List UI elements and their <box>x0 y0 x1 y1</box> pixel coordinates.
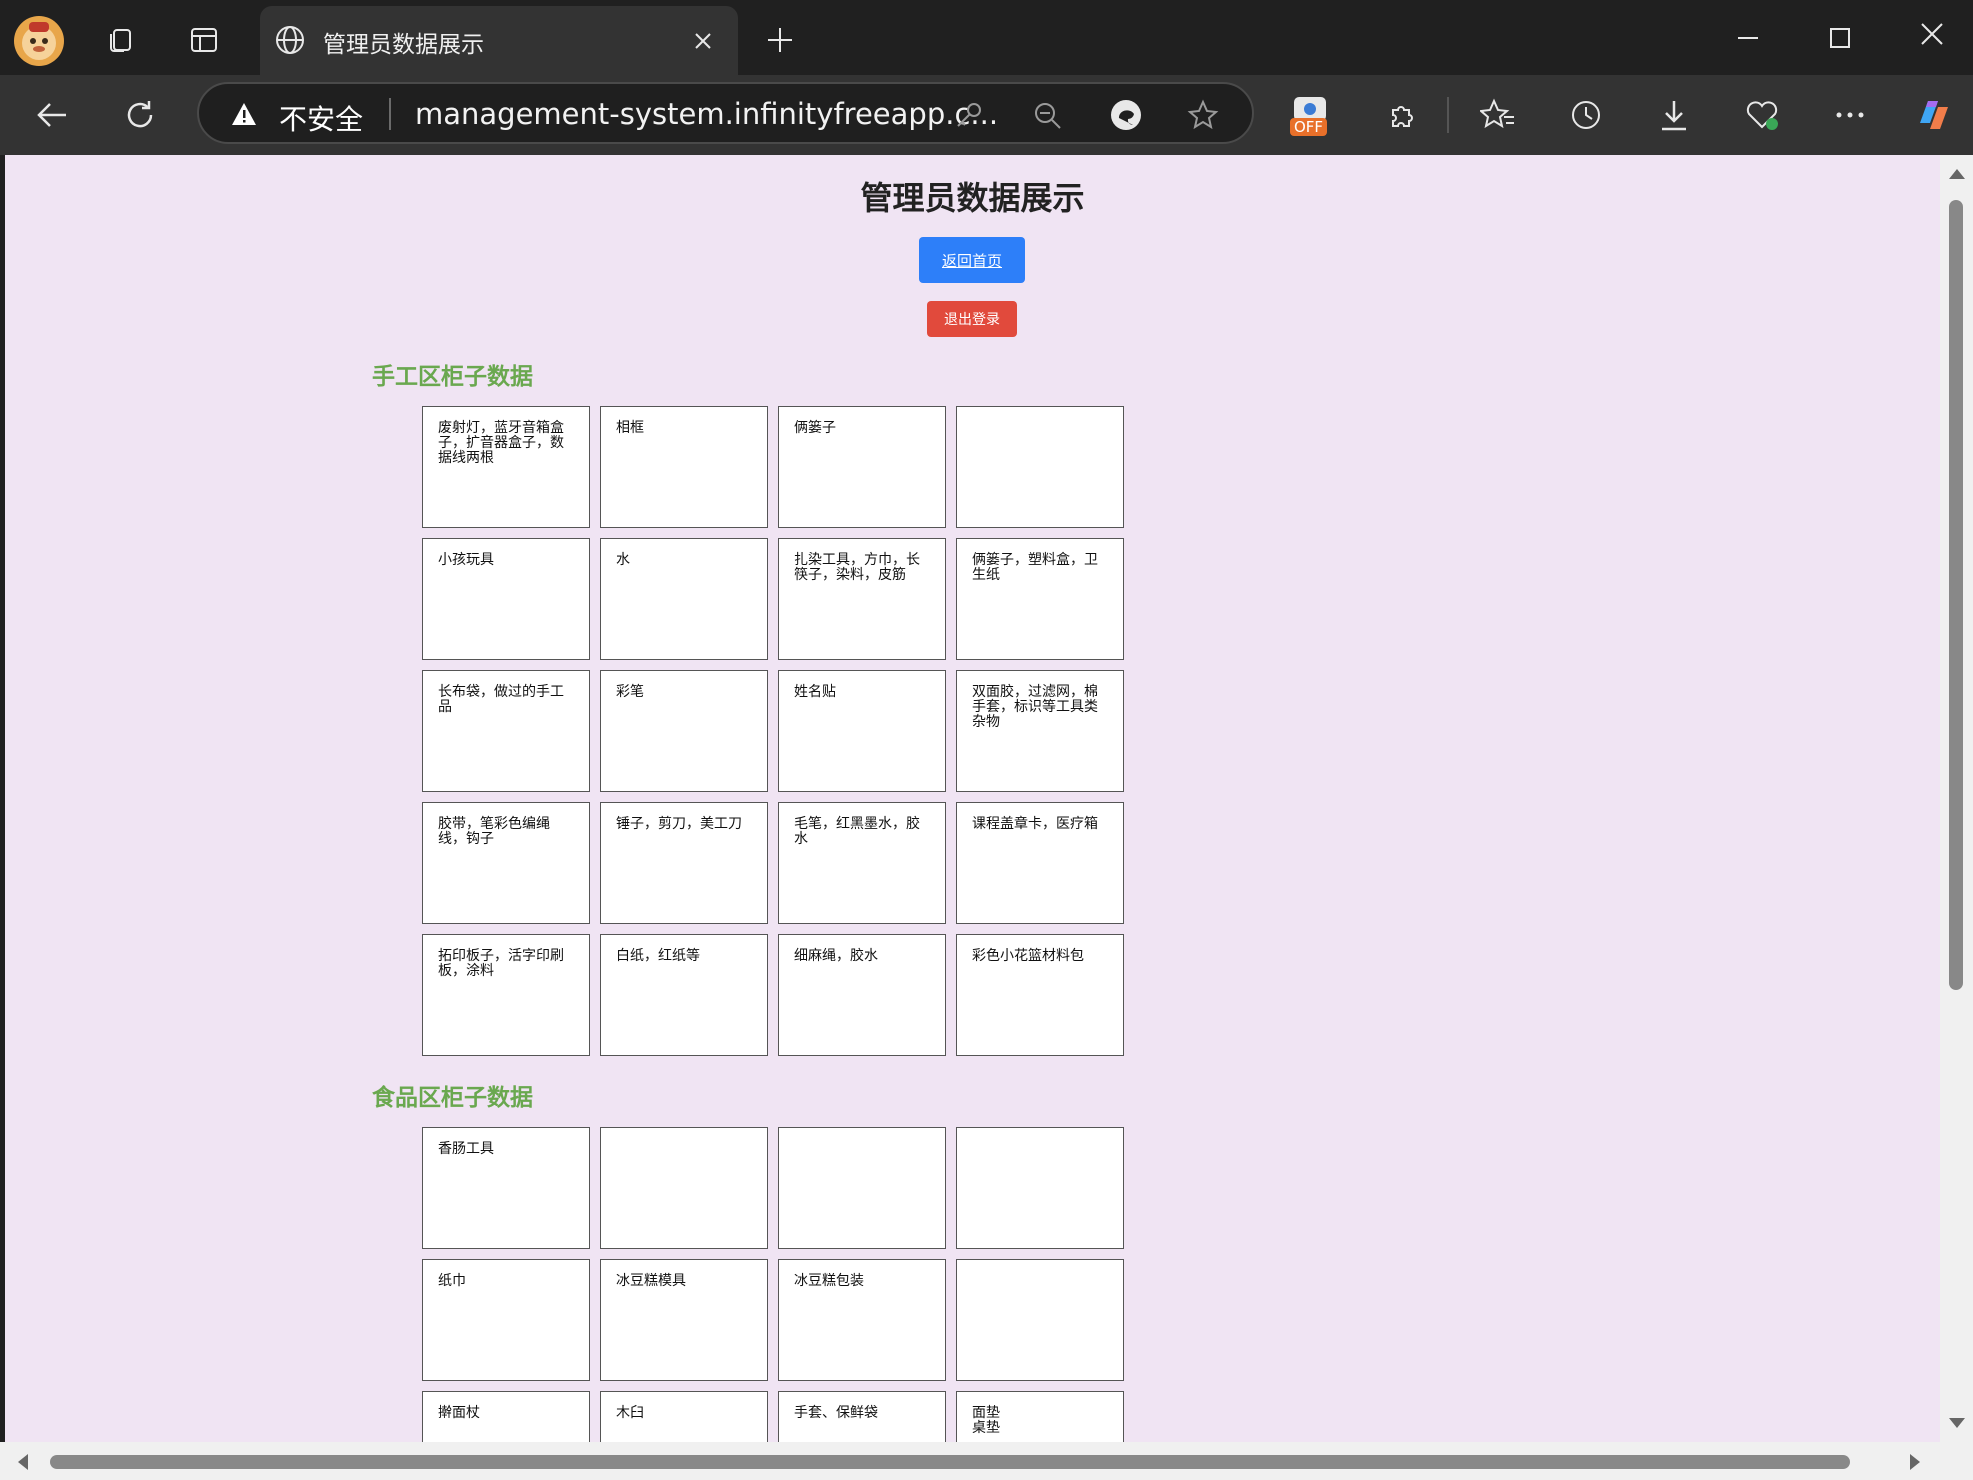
cabinet-cell[interactable]: 相框 <box>600 406 768 528</box>
cabinet-cell[interactable]: 拓印板子，活字印刷板，涂料 <box>422 934 590 1056</box>
cabinet-cell[interactable]: 姓名贴 <box>778 670 946 792</box>
extensions-puzzle-icon[interactable] <box>1380 95 1424 139</box>
zoom-out-icon[interactable] <box>1029 97 1065 133</box>
cabinet-cell[interactable]: 俩篓子 <box>778 406 946 528</box>
url-text[interactable]: management-system.infinityfreeapp.c... <box>415 97 998 131</box>
cabinet-cell[interactable]: 手套、保鲜袋 <box>778 1391 946 1442</box>
vertical-scrollbar[interactable] <box>1940 155 1973 1442</box>
cabinet-cell[interactable]: 冰豆糕包装 <box>778 1259 946 1381</box>
copilot-icon[interactable] <box>1910 91 1958 139</box>
edge-icon[interactable] <box>1107 96 1145 134</box>
page-title: 管理员数据展示 <box>860 179 1085 217</box>
cabinet-cell[interactable]: 废射灯，蓝牙音箱盒子，扩音器盒子，数据线两根 <box>422 406 590 528</box>
scroll-left-icon[interactable] <box>18 1454 28 1470</box>
tab-bar: 管理员数据展示 <box>0 0 1973 75</box>
cabinet-cell[interactable]: 细麻绳，胶水 <box>778 934 946 1056</box>
browser-essentials-icon[interactable] <box>1740 93 1784 137</box>
download-icon[interactable] <box>1652 93 1696 137</box>
cabinet-cell[interactable]: 俩篓子，塑料盒，卫生纸 <box>956 538 1124 660</box>
cabinet-cell[interactable]: 锤子，剪刀，美工刀 <box>600 802 768 924</box>
cabinet-cell[interactable]: 面垫 桌垫 <box>956 1391 1124 1442</box>
maximize-icon[interactable] <box>1820 18 1860 58</box>
toolbar-separator <box>1447 97 1449 133</box>
cabinet-cell[interactable]: 小孩玩具 <box>422 538 590 660</box>
history-icon[interactable] <box>1564 93 1608 137</box>
cabinet-cell[interactable]: 香肠工具 <box>422 1127 590 1249</box>
cabinet-cell[interactable] <box>600 1127 768 1249</box>
cabinet-cell[interactable] <box>956 406 1124 528</box>
scroll-up-icon[interactable] <box>1949 169 1965 179</box>
extension-off-icon[interactable]: OFF <box>1288 97 1336 141</box>
horizontal-scrollbar[interactable] <box>0 1442 1973 1480</box>
cabinet-cell[interactable]: 胶带，笔彩色编绳线，钩子 <box>422 802 590 924</box>
active-tab[interactable]: 管理员数据展示 <box>260 6 738 75</box>
cabinet-cell[interactable]: 彩色小花篮材料包 <box>956 934 1124 1056</box>
back-icon[interactable] <box>30 93 74 137</box>
scroll-right-icon[interactable] <box>1910 1454 1920 1470</box>
close-window-icon[interactable] <box>1912 14 1952 54</box>
cabinet-cell[interactable]: 木臼 <box>600 1391 768 1442</box>
section-title-craft: 手工区柜子数据 <box>372 364 533 390</box>
favorites-icon[interactable] <box>1476 93 1520 137</box>
cabinet-cell[interactable]: 课程盖章卡，医疗箱 <box>956 802 1124 924</box>
logout-button[interactable]: 退出登录 <box>927 301 1017 337</box>
address-divider <box>389 98 391 130</box>
horizontal-scroll-thumb[interactable] <box>50 1455 1850 1469</box>
new-tab-icon[interactable] <box>760 20 800 60</box>
extension-badge: OFF <box>1290 118 1328 136</box>
key-icon[interactable] <box>951 97 987 133</box>
close-tab-icon[interactable] <box>688 26 718 56</box>
cabinet-cell[interactable]: 白纸，红纸等 <box>600 934 768 1056</box>
cabinet-cell[interactable] <box>956 1259 1124 1381</box>
cabinet-cell[interactable]: 长布袋，做过的手工品 <box>422 670 590 792</box>
page-viewport: 管理员数据展示 返回首页 退出登录 手工区柜子数据 废射灯，蓝牙音箱盒子，扩音器… <box>5 155 1940 1442</box>
security-status-label[interactable]: 不安全 <box>279 98 363 138</box>
browser-toolbar: 不安全 management-system.infinityfreeapp.c.… <box>0 75 1973 155</box>
cabinet-cell[interactable]: 彩笔 <box>600 670 768 792</box>
address-bar[interactable]: 不安全 management-system.infinityfreeapp.c.… <box>197 82 1254 144</box>
cabinet-cell[interactable]: 擀面杖 <box>422 1391 590 1442</box>
vertical-tabs-icon[interactable] <box>184 20 224 60</box>
craft-cabinet-grid: 废射灯，蓝牙音箱盒子，扩音器盒子，数据线两根 相框 俩篓子小孩玩具水扎染工具，方巾，… <box>422 406 1126 1056</box>
section-title-food: 食品区柜子数据 <box>372 1085 533 1111</box>
refresh-icon[interactable] <box>118 93 162 137</box>
workspaces-icon[interactable] <box>100 20 140 60</box>
favorite-star-icon[interactable] <box>1185 97 1221 133</box>
cabinet-cell[interactable]: 扎染工具，方巾，长筷子，染料，皮筋 <box>778 538 946 660</box>
cabinet-cell[interactable]: 毛笔，红黑墨水，胶水 <box>778 802 946 924</box>
food-cabinet-grid: 香肠工具 纸巾 冰豆糕模具 冰豆糕包装擀面杖 木臼 手套、保鲜袋 面垫 桌垫 <box>422 1127 1126 1442</box>
tab-title: 管理员数据展示 <box>323 32 484 58</box>
warning-icon[interactable] <box>229 99 259 129</box>
cabinet-cell[interactable]: 水 <box>600 538 768 660</box>
cabinet-cell[interactable] <box>956 1127 1124 1249</box>
scroll-down-icon[interactable] <box>1949 1418 1965 1428</box>
profile-avatar[interactable] <box>14 16 64 66</box>
cabinet-cell[interactable]: 冰豆糕模具 <box>600 1259 768 1381</box>
cabinet-cell[interactable]: 双面胶，过滤网，棉手套，标识等工具类杂物 <box>956 670 1124 792</box>
cabinet-cell[interactable] <box>778 1127 946 1249</box>
vertical-scroll-thumb[interactable] <box>1949 200 1963 990</box>
minimize-icon[interactable] <box>1728 18 1768 58</box>
home-button[interactable]: 返回首页 <box>919 237 1025 283</box>
globe-icon <box>272 22 308 58</box>
more-options-icon[interactable] <box>1828 93 1872 137</box>
cabinet-cell[interactable]: 纸巾 <box>422 1259 590 1381</box>
